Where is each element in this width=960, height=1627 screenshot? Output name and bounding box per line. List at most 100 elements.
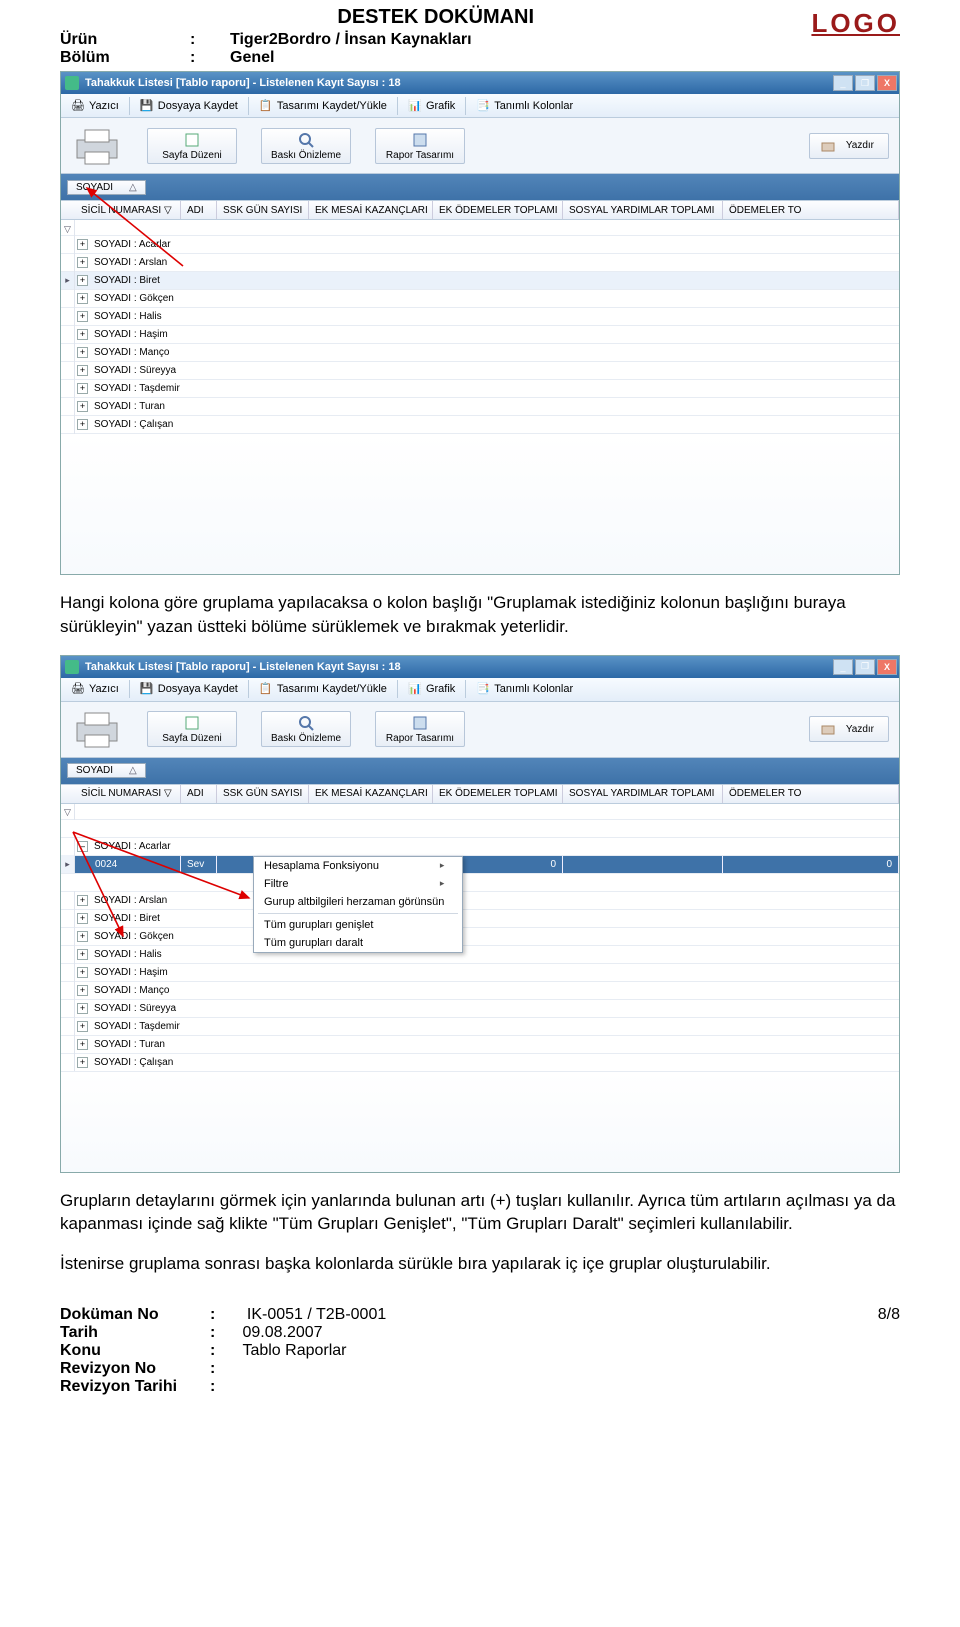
col-odemeler[interactable]: ÖDEMELER TO bbox=[723, 785, 899, 803]
group-chip-soyadi[interactable]: SOYADI △ bbox=[67, 180, 146, 195]
group-row[interactable]: +SOYADI : Taşdemir bbox=[61, 380, 899, 398]
group-row[interactable]: +SOYADI : Manço bbox=[61, 344, 899, 362]
tool-chart[interactable]: 📊Grafik bbox=[402, 680, 461, 698]
menu-filter[interactable]: Filtre▸ bbox=[254, 875, 462, 893]
tool-defined-cols[interactable]: 📑Tanımlı Kolonlar bbox=[470, 97, 579, 115]
report-design-button[interactable]: Rapor Tasarımı bbox=[375, 711, 465, 747]
context-menu[interactable]: Hesaplama Fonksiyonu▸ Filtre▸ Gurup altb… bbox=[253, 856, 463, 953]
expand-button[interactable]: + bbox=[77, 1021, 88, 1032]
page-layout-button[interactable]: Sayfa Düzeni bbox=[147, 128, 237, 164]
group-row[interactable]: +SOYADI : Turan bbox=[61, 1036, 899, 1054]
expand-button[interactable]: + bbox=[77, 383, 88, 394]
menu-show-sub[interactable]: Gurup altbilgileri herzaman görünsün bbox=[254, 893, 462, 911]
row-indicator bbox=[61, 1017, 75, 1035]
group-row[interactable]: +SOYADI : Süreyya bbox=[61, 362, 899, 380]
group-row[interactable]: +SOYADI : Çalışan bbox=[61, 1054, 899, 1072]
expand-button[interactable]: + bbox=[77, 913, 88, 924]
expand-button[interactable]: + bbox=[77, 895, 88, 906]
filter-row[interactable]: ▽ bbox=[61, 220, 899, 236]
expand-button[interactable]: + bbox=[77, 311, 88, 322]
group-row[interactable]: +SOYADI : Gökçen bbox=[61, 290, 899, 308]
title-bar[interactable]: Tahakkuk Listesi [Tablo raporu] - Listel… bbox=[61, 72, 899, 94]
col-ekmesai[interactable]: EK MESAİ KAZANÇLARI bbox=[309, 785, 433, 803]
tool-save-file[interactable]: 💾Dosyaya Kaydet bbox=[134, 97, 244, 115]
expand-button[interactable]: + bbox=[77, 365, 88, 376]
group-row[interactable]: +SOYADI : Çalışan bbox=[61, 416, 899, 434]
col-sosyal[interactable]: SOSYAL YARDIMLAR TOPLAMI bbox=[563, 785, 723, 803]
group-row[interactable]: +SOYADI : Gökçen bbox=[61, 928, 899, 946]
group-row[interactable]: +SOYADI : Halis bbox=[61, 946, 899, 964]
tool-save-design[interactable]: 📋Tasarımı Kaydet/Yükle bbox=[253, 680, 393, 698]
expand-button[interactable]: + bbox=[77, 257, 88, 268]
expand-button[interactable]: + bbox=[77, 1003, 88, 1014]
col-adi[interactable]: ADI bbox=[181, 785, 217, 803]
group-row[interactable]: +SOYADI : Halis bbox=[61, 308, 899, 326]
tool-chart[interactable]: 📊Grafik bbox=[402, 97, 461, 115]
expand-button[interactable]: + bbox=[77, 329, 88, 340]
expand-button[interactable]: + bbox=[77, 401, 88, 412]
row-indicator bbox=[61, 416, 75, 434]
print-button[interactable]: Yazdır bbox=[809, 716, 889, 742]
expand-button[interactable]: + bbox=[77, 949, 88, 960]
expand-button[interactable]: + bbox=[77, 1057, 88, 1068]
col-odemeler[interactable]: ÖDEMELER TO bbox=[723, 201, 899, 219]
expand-button[interactable]: + bbox=[77, 419, 88, 430]
group-row[interactable]: +SOYADI : Arslan bbox=[61, 892, 899, 910]
menu-collapse-all[interactable]: Tüm gurupları daralt bbox=[254, 934, 462, 952]
tool-printer[interactable]: 🖨Yazıcı bbox=[65, 680, 125, 698]
report-design-button[interactable]: Rapor Tasarımı bbox=[375, 128, 465, 164]
tool-save-design[interactable]: 📋Tasarımı Kaydet/Yükle bbox=[253, 97, 393, 115]
group-row[interactable]: +SOYADI : Süreyya bbox=[61, 1000, 899, 1018]
close-button[interactable]: X bbox=[877, 659, 897, 675]
collapse-button[interactable]: – bbox=[77, 841, 88, 852]
expand-button[interactable]: + bbox=[77, 967, 88, 978]
expand-button[interactable]: + bbox=[77, 347, 88, 358]
print-preview-button[interactable]: Baskı Önizleme bbox=[261, 711, 351, 747]
group-row-selected[interactable]: ▸+SOYADI : Biret bbox=[61, 272, 899, 290]
expand-button[interactable]: + bbox=[77, 1039, 88, 1050]
minimize-button[interactable]: _ bbox=[833, 659, 853, 675]
tool-printer[interactable]: 🖨Yazıcı bbox=[65, 97, 125, 115]
print-preview-button[interactable]: Baskı Önizleme bbox=[261, 128, 351, 164]
col-ekodeme[interactable]: EK ÖDEMELER TOPLAMI bbox=[433, 201, 563, 219]
group-row[interactable]: +SOYADI : Manço bbox=[61, 982, 899, 1000]
tool-save-file[interactable]: 💾Dosyaya Kaydet bbox=[134, 680, 244, 698]
tool-defined-cols[interactable]: 📑Tanımlı Kolonlar bbox=[470, 680, 579, 698]
page-layout-button[interactable]: Sayfa Düzeni bbox=[147, 711, 237, 747]
group-row[interactable]: +SOYADI : Turan bbox=[61, 398, 899, 416]
data-row-selected[interactable]: ▸ 0024 Sev 0 0 bbox=[61, 856, 899, 874]
group-area[interactable]: SOYADI △ bbox=[61, 174, 899, 200]
group-row-expanded[interactable]: –SOYADI : Acarlar bbox=[61, 838, 899, 856]
sort-desc-icon: ▽ bbox=[164, 788, 172, 799]
filter-row[interactable]: ▽ bbox=[61, 804, 899, 820]
group-chip-soyadi[interactable]: SOYADI △ bbox=[67, 763, 146, 778]
maximize-button[interactable]: ❐ bbox=[855, 659, 875, 675]
minimize-button[interactable]: _ bbox=[833, 75, 853, 91]
close-button[interactable]: X bbox=[877, 75, 897, 91]
group-area[interactable]: SOYADI △ bbox=[61, 758, 899, 784]
menu-expand-all[interactable]: Tüm gurupları genişlet bbox=[254, 916, 462, 934]
col-ekodeme[interactable]: EK ÖDEMELER TOPLAMI bbox=[433, 785, 563, 803]
col-ssk[interactable]: SSK GÜN SAYISI bbox=[217, 201, 309, 219]
maximize-button[interactable]: ❐ bbox=[855, 75, 875, 91]
expand-button[interactable]: + bbox=[77, 931, 88, 942]
col-sicil[interactable]: SİCİL NUMARASI ▽ bbox=[75, 201, 181, 219]
expand-button[interactable]: + bbox=[77, 239, 88, 250]
group-row[interactable]: +SOYADI : Biret bbox=[61, 910, 899, 928]
group-row[interactable]: +SOYADI : Haşim bbox=[61, 964, 899, 982]
group-row[interactable]: +SOYADI : Acarlar bbox=[61, 236, 899, 254]
group-row[interactable]: +SOYADI : Haşim bbox=[61, 326, 899, 344]
col-sicil[interactable]: SİCİL NUMARASI ▽ bbox=[75, 785, 181, 803]
col-sosyal[interactable]: SOSYAL YARDIMLAR TOPLAMI bbox=[563, 201, 723, 219]
print-button[interactable]: Yazdır bbox=[809, 133, 889, 159]
col-ekmesai[interactable]: EK MESAİ KAZANÇLARI bbox=[309, 201, 433, 219]
group-row[interactable]: +SOYADI : Taşdemir bbox=[61, 1018, 899, 1036]
col-ssk[interactable]: SSK GÜN SAYISI bbox=[217, 785, 309, 803]
menu-calc-fn[interactable]: Hesaplama Fonksiyonu▸ bbox=[254, 857, 462, 875]
title-bar[interactable]: Tahakkuk Listesi [Tablo raporu] - Listel… bbox=[61, 656, 899, 678]
col-adi[interactable]: ADI bbox=[181, 201, 217, 219]
expand-button[interactable]: + bbox=[77, 275, 88, 286]
expand-button[interactable]: + bbox=[77, 293, 88, 304]
expand-button[interactable]: + bbox=[77, 985, 88, 996]
group-row[interactable]: +SOYADI : Arslan bbox=[61, 254, 899, 272]
